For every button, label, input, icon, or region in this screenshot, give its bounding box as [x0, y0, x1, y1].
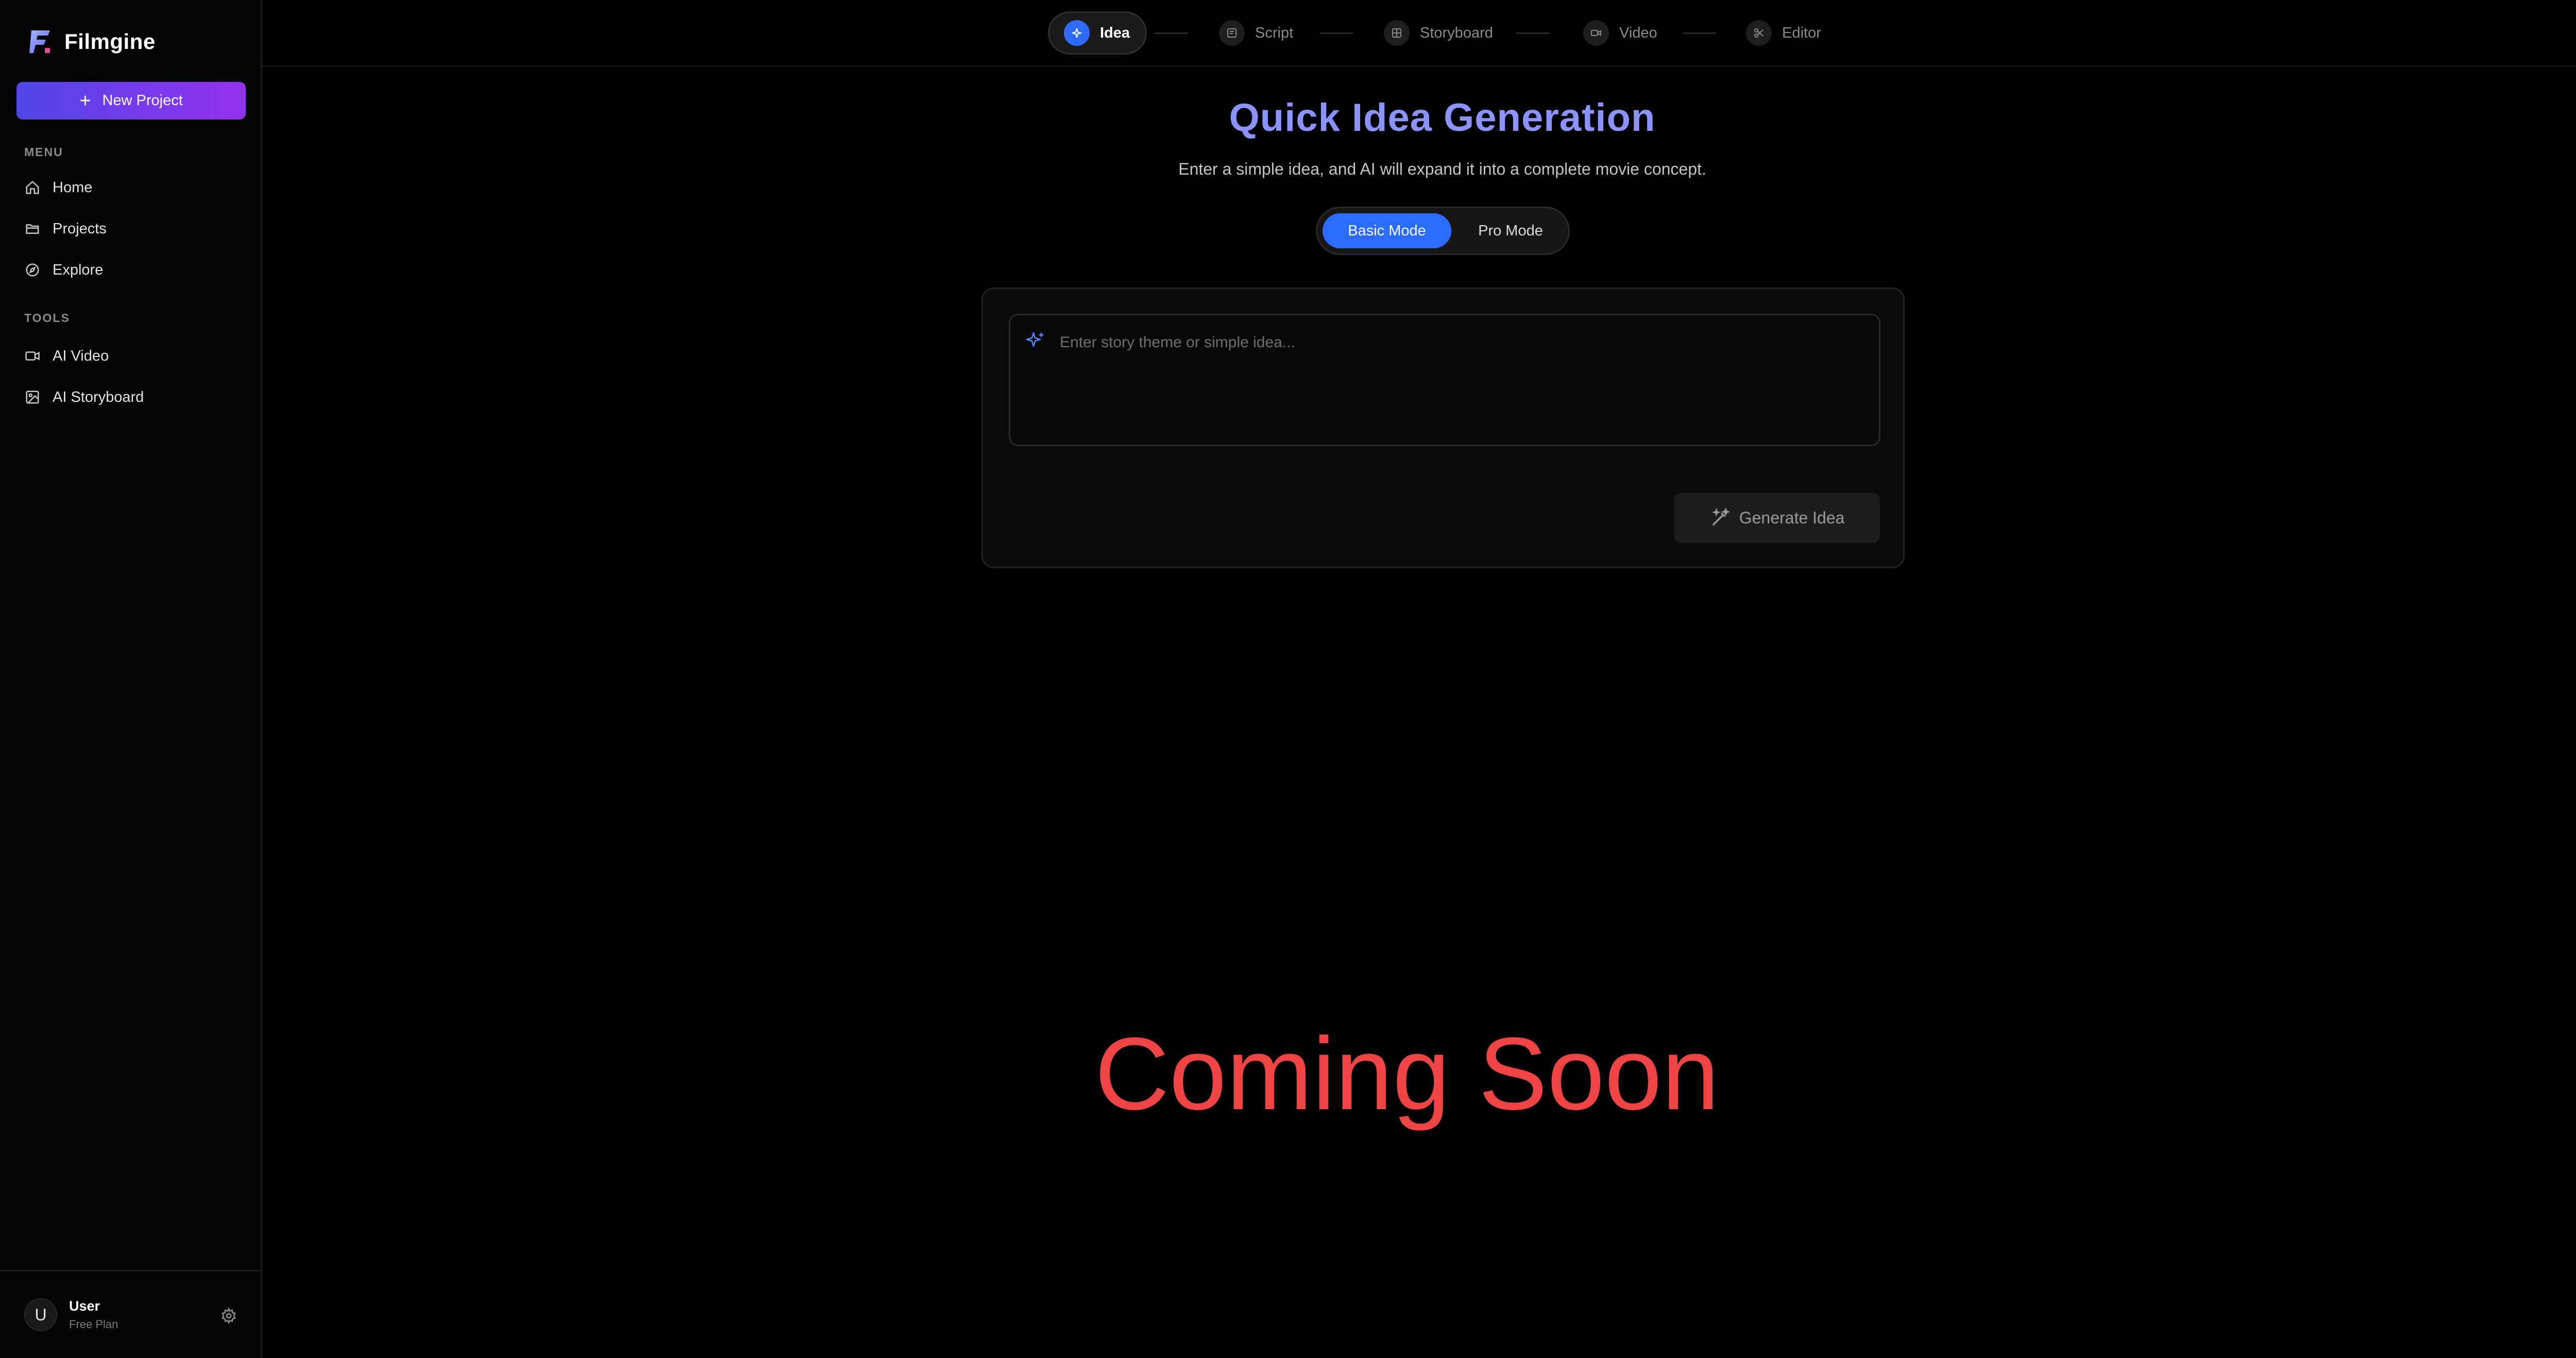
gear-icon — [222, 1307, 236, 1325]
avatar[interactable]: U — [24, 1298, 57, 1331]
user-panel: U User Free Plan — [0, 1270, 261, 1358]
sparkle-icon — [1072, 28, 1082, 38]
sidebar-item-label: Home — [53, 179, 93, 196]
step-storyboard-dot — [1384, 20, 1410, 46]
app-name: Filmgine — [64, 29, 156, 54]
idea-card: Enter story theme or simple idea... Gene… — [981, 287, 1905, 568]
step-label: Storyboard — [1420, 24, 1493, 41]
script-icon — [1227, 28, 1236, 38]
sidebar-item-label: Explore — [53, 261, 104, 278]
video-icon — [1591, 30, 1601, 36]
step-video-dot — [1583, 20, 1609, 46]
step-connector — [1320, 32, 1353, 34]
step-script-dot — [1219, 20, 1245, 46]
sidebar-item-label: AI Storyboard — [53, 388, 144, 405]
sparkles-icon — [1026, 332, 1044, 347]
settings-button[interactable] — [221, 1307, 237, 1325]
workflow-stepper: Idea Script Storyboard Video Editor — [262, 0, 2576, 67]
sidebar-item-home[interactable]: Home — [16, 171, 246, 205]
filmgine-logo-icon — [29, 30, 50, 53]
home-icon — [26, 181, 39, 194]
step-label: Editor — [1782, 24, 1821, 41]
step-editor-dot — [1746, 20, 1772, 46]
basic-mode-button[interactable]: Basic Mode — [1323, 213, 1451, 248]
sidebar-item-label: Projects — [53, 220, 107, 237]
page-subtitle: Enter a simple idea, and AI will expand … — [1178, 160, 1706, 178]
generate-idea-label: Generate Idea — [1739, 508, 1845, 527]
step-storyboard[interactable]: Storyboard — [1384, 11, 1493, 55]
tools-section-title: TOOLS — [24, 311, 70, 325]
app-root: Filmgine + New Project MENU Home Project… — [0, 0, 2576, 1358]
plus-icon: + — [79, 90, 91, 112]
sidebar-item-explore[interactable]: Explore — [16, 253, 246, 287]
step-connector — [1516, 32, 1549, 34]
sidebar-item-label: AI Video — [53, 347, 109, 364]
step-connector — [1683, 32, 1716, 34]
step-script[interactable]: Script — [1219, 11, 1293, 55]
step-video[interactable]: Video — [1583, 11, 1657, 55]
new-project-label: New Project — [102, 92, 183, 109]
step-idea-dot — [1064, 20, 1090, 46]
folder-icon — [26, 224, 39, 234]
storyboard-icon — [1392, 28, 1401, 38]
step-label: Script — [1255, 24, 1294, 41]
step-connector — [1155, 32, 1188, 34]
step-label: Video — [1619, 24, 1657, 41]
idea-input-placeholder: Enter story theme or simple idea... — [1060, 334, 1295, 351]
brand[interactable]: Filmgine — [29, 27, 156, 57]
step-idea[interactable]: Idea — [1048, 11, 1147, 55]
step-label: Idea — [1100, 24, 1130, 41]
sidebar: Filmgine + New Project MENU Home Project… — [0, 0, 262, 1358]
pro-mode-button[interactable]: Pro Mode — [1456, 213, 1565, 248]
step-editor[interactable]: Editor — [1746, 11, 1821, 55]
sidebar-item-projects[interactable]: Projects — [16, 212, 246, 246]
sidebar-item-ai-video[interactable]: AI Video — [16, 339, 246, 373]
new-project-button[interactable]: + New Project — [16, 82, 246, 120]
compass-icon — [26, 263, 39, 277]
idea-input[interactable]: Enter story theme or simple idea... — [1009, 314, 1880, 446]
sidebar-item-ai-storyboard[interactable]: AI Storyboard — [16, 380, 246, 414]
user-name: User — [69, 1298, 100, 1314]
user-plan: Free Plan — [69, 1318, 118, 1331]
editor-icon — [1754, 28, 1764, 38]
image-icon — [26, 391, 39, 404]
magic-wand-icon — [1711, 507, 1730, 526]
coming-soon-text: Coming Soon — [1095, 1016, 1719, 1131]
mode-toggle: Basic Mode Pro Mode — [1316, 207, 1570, 255]
generate-idea-button[interactable]: Generate Idea — [1674, 493, 1880, 543]
menu-section-title: MENU — [24, 145, 63, 159]
video-icon — [25, 351, 40, 361]
page-title: Quick Idea Generation — [1229, 96, 1656, 140]
